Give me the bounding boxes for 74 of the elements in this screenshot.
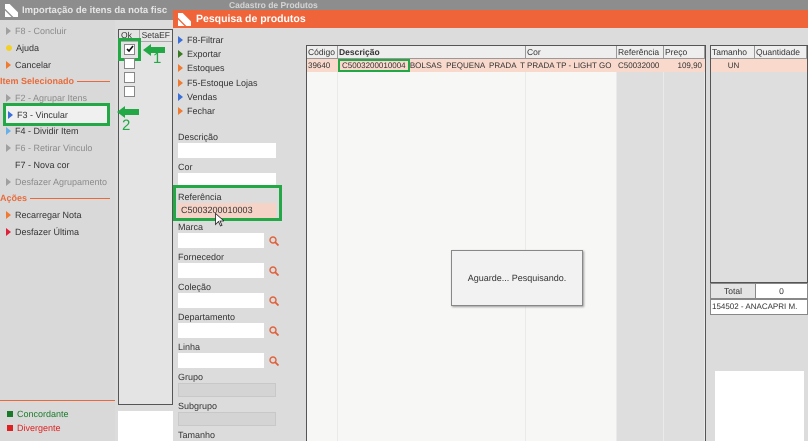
menu-item[interactable]: Ajuda (0, 40, 115, 56)
section-header: Item Selecionado (0, 76, 74, 86)
field-label: Fornecedor (178, 251, 226, 264)
search-icon[interactable] (269, 296, 279, 306)
table-cell-text: 39640 (307, 60, 332, 72)
column-header[interactable]: Código (307, 46, 338, 58)
action-link[interactable]: Vendas (178, 90, 289, 104)
menu-item[interactable]: Desfazer Última (0, 223, 115, 240)
step-number: 2 (122, 118, 130, 133)
column-header[interactable]: Referência (617, 46, 664, 58)
search-icon[interactable] (269, 236, 279, 246)
search-icon[interactable] (269, 356, 279, 366)
field-label: Departamento (178, 311, 236, 324)
section-header: Ações (0, 193, 28, 204)
input-field[interactable] (178, 293, 264, 308)
action-link[interactable]: Fechar (178, 104, 289, 118)
menu-item[interactable]: F7 - Nova cor (0, 156, 115, 174)
column-header[interactable]: Cor (526, 46, 617, 58)
field-label: Subgrupo (178, 400, 218, 412)
window-title: Pesquisa de produtos (196, 13, 306, 25)
input-field[interactable] (178, 323, 264, 338)
menu-item[interactable]: F4 - Dividir Item (0, 123, 115, 140)
field-label: Coleção (178, 281, 212, 294)
checkbox[interactable] (124, 86, 135, 96)
field-label: Cor (178, 161, 194, 174)
logo-icon (5, 4, 18, 16)
legend-label: Concordante (17, 409, 69, 419)
menu-item[interactable]: F3 - Vincular (6, 106, 107, 124)
mouse-pointer-icon (215, 213, 224, 227)
table-cell: C5003200010004 BOLSAS PEQUENA PRADA T (338, 59, 526, 72)
table-row[interactable]: UN (711, 59, 807, 72)
table-row[interactable]: 39640 C5003200010004 BOLSAS PEQUENA PRADA T PRADA TP - LIGHT GO C50032000 109,90 (307, 59, 705, 72)
field-label: Grupo (178, 371, 204, 384)
column-header[interactable]: Preço (664, 46, 705, 58)
action-link[interactable]: F8-Filtrar (178, 33, 289, 48)
arrow-icon (117, 106, 139, 118)
field-label: Referência (178, 191, 223, 204)
dialog-message: Aguarde... Pesquisando. (468, 273, 566, 283)
step-number: 1 (153, 51, 162, 66)
input-field[interactable] (178, 143, 276, 158)
total-value: 0 (778, 285, 785, 298)
checkbox[interactable] (124, 72, 135, 82)
field-label: Tamanho (178, 429, 216, 441)
input-field[interactable] (178, 263, 264, 278)
logo-icon (178, 12, 191, 26)
menu-item[interactable]: Cancelar (0, 56, 115, 74)
column-header[interactable]: Quantidade (755, 46, 807, 58)
field-label: Descrição (178, 131, 220, 144)
empty-panel (118, 411, 173, 441)
table-cell-text: PRADA TP - LIGHT GO (526, 60, 612, 72)
checkbox[interactable] (124, 44, 135, 54)
column-header[interactable]: Tamanho (711, 46, 755, 58)
table-cell-text: 109,90 (676, 60, 703, 72)
legend-label: Divergente (17, 423, 61, 433)
input-field[interactable] (178, 233, 264, 248)
search-icon[interactable] (269, 326, 279, 336)
input-field[interactable]: C5003200010003 (178, 203, 276, 218)
action-link[interactable]: Exportar (178, 47, 289, 62)
action-link[interactable]: F5-Estoque Lojas (178, 76, 289, 90)
field-label: Linha (178, 341, 202, 354)
window-title: Importação de itens da nota fisc (22, 4, 168, 16)
action-link[interactable]: Estoques (178, 61, 289, 76)
total-label: Total (711, 284, 756, 298)
table-cell-text: C50032000 (617, 60, 660, 72)
column-header[interactable]: Descrição (338, 46, 526, 58)
input-field[interactable] (178, 353, 264, 368)
table-cell-text: UN (726, 60, 740, 72)
menu-item[interactable]: Recarregar Nota (0, 206, 115, 224)
column-header: SetaEF (140, 30, 171, 41)
store-dropdown[interactable]: 154502 - ANACAPRI M. (710, 299, 808, 315)
checkbox[interactable] (124, 58, 135, 68)
column-header: Ok (119, 30, 140, 41)
search-icon[interactable] (269, 266, 279, 276)
field-label: Marca (178, 221, 204, 234)
